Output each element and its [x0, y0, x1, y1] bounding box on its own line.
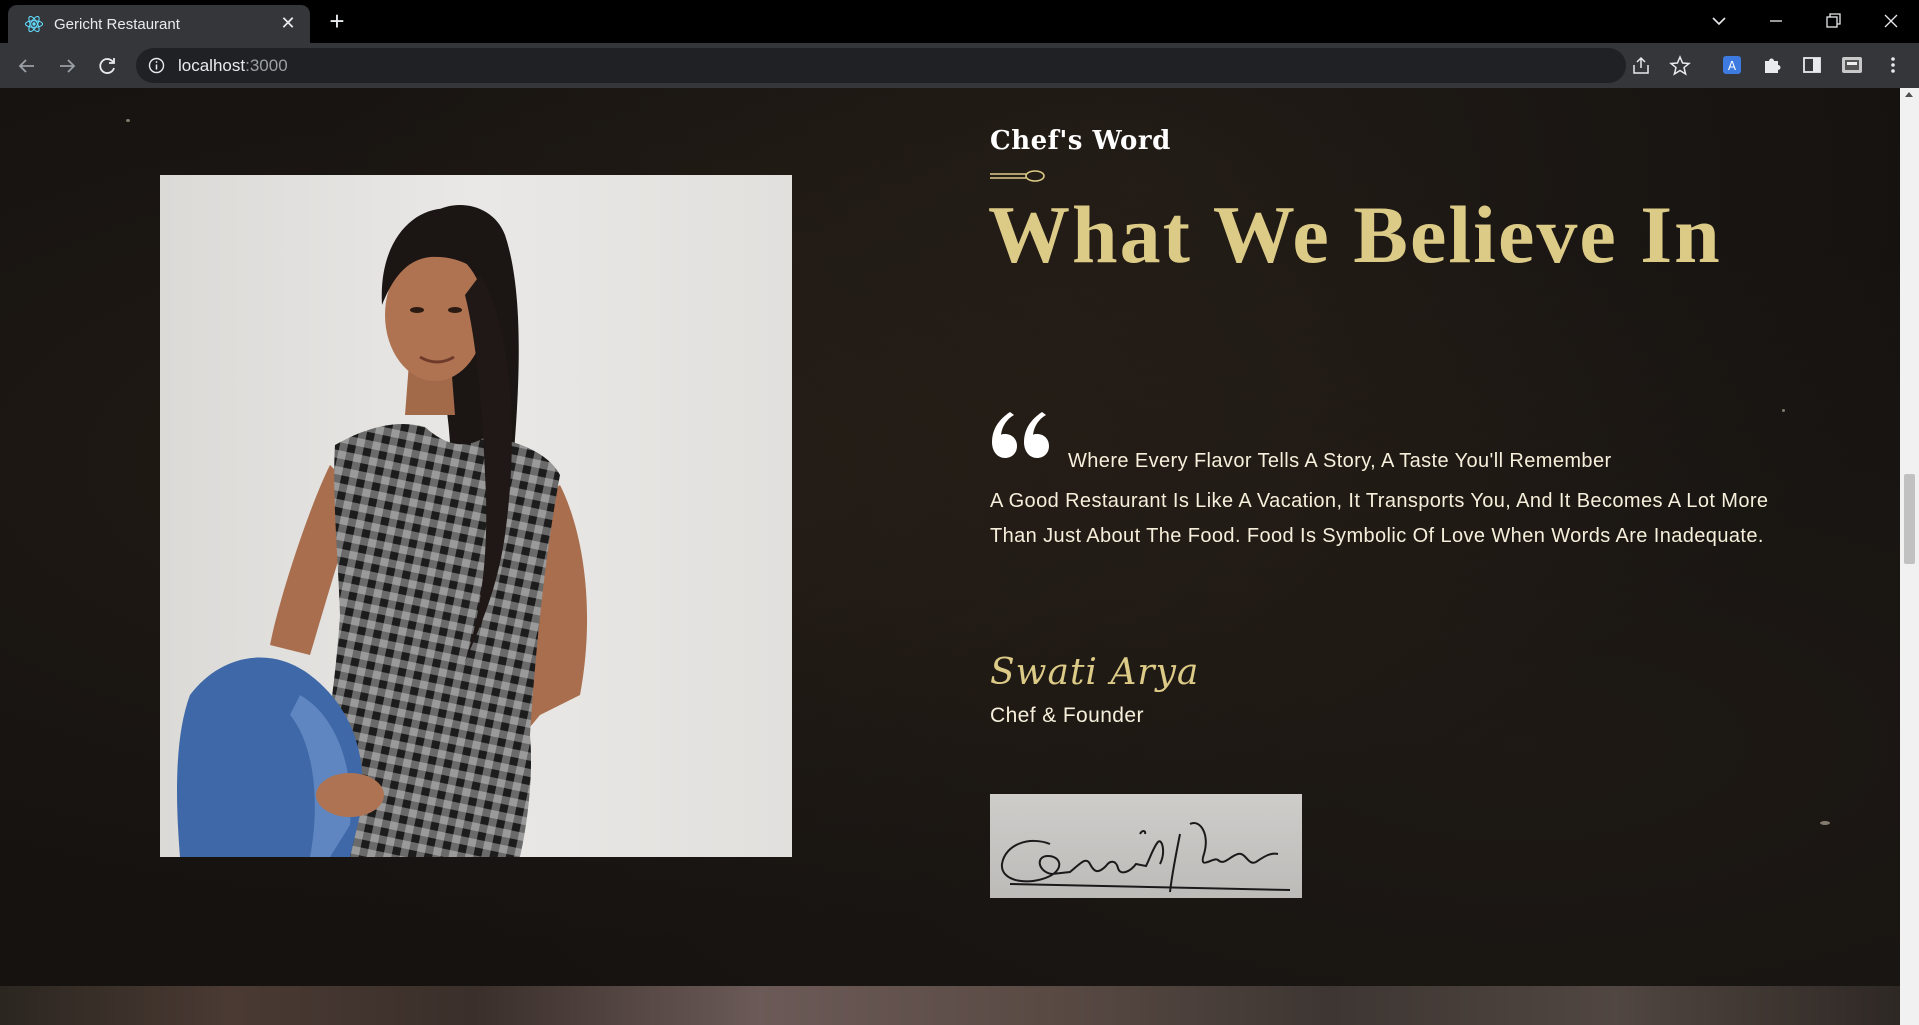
svg-text:A: A	[1728, 59, 1737, 73]
url-text: localhost:3000	[178, 56, 288, 76]
browser-menu-icon[interactable]	[1880, 52, 1906, 78]
url-port: :3000	[245, 56, 288, 75]
quote-icon	[988, 406, 1050, 460]
chef-signature-image	[990, 794, 1302, 898]
chef-section: Chef's Word What We Believe In Where Eve…	[0, 88, 1900, 1025]
section-headline: What We Believe In	[988, 189, 1722, 280]
site-info-icon[interactable]	[148, 57, 165, 74]
profile-avatar-icon[interactable]	[1839, 52, 1865, 78]
chef-role: Chef & Founder	[990, 704, 1144, 727]
tab-search-chevron-icon[interactable]	[1704, 6, 1734, 36]
section-subtitle: Chef's Word	[990, 126, 1171, 156]
close-tab-icon[interactable]: ✕	[278, 13, 298, 33]
scrollbar-thumb[interactable]	[1904, 474, 1915, 564]
page-scrollbar[interactable]	[1900, 88, 1919, 1025]
background-speck	[1782, 409, 1785, 412]
react-icon	[24, 14, 44, 34]
translate-extension-icon[interactable]: A	[1719, 52, 1745, 78]
back-arrow-icon[interactable]	[12, 51, 42, 81]
browser-toolbar: localhost:3000 A	[0, 43, 1919, 88]
quote-body-text: A Good Restaurant Is Like A Vacation, It…	[990, 490, 1769, 547]
new-tab-button[interactable]: +	[324, 8, 350, 35]
scroll-up-arrow-icon[interactable]	[1905, 92, 1913, 97]
browser-tab[interactable]: Gericht Restaurant ✕	[8, 5, 310, 43]
share-icon[interactable]	[1628, 53, 1654, 79]
forward-arrow-icon[interactable]	[52, 51, 82, 81]
reload-icon[interactable]	[92, 51, 122, 81]
background-speck	[126, 119, 130, 122]
restore-icon[interactable]	[1818, 6, 1848, 36]
background-speck	[1820, 821, 1830, 825]
address-bar[interactable]: localhost:3000	[136, 48, 1691, 83]
chef-name: Swati Arya	[990, 652, 1200, 693]
next-section-preview	[0, 986, 1900, 1025]
browser-tab-bar: Gericht Restaurant ✕ +	[0, 0, 1919, 43]
side-panel-icon[interactable]	[1799, 52, 1825, 78]
minimize-icon[interactable]	[1761, 6, 1791, 36]
chef-photo	[160, 175, 792, 857]
close-window-icon[interactable]	[1876, 6, 1906, 36]
extensions-puzzle-icon[interactable]	[1759, 52, 1785, 78]
spoon-divider-icon	[990, 169, 1046, 182]
bookmark-star-icon[interactable]	[1667, 53, 1693, 79]
quote-lead-text: Where Every Flavor Tells A Story, A Tast…	[1068, 450, 1612, 472]
tab-title: Gericht Restaurant	[54, 16, 180, 33]
url-host: localhost	[178, 56, 246, 75]
